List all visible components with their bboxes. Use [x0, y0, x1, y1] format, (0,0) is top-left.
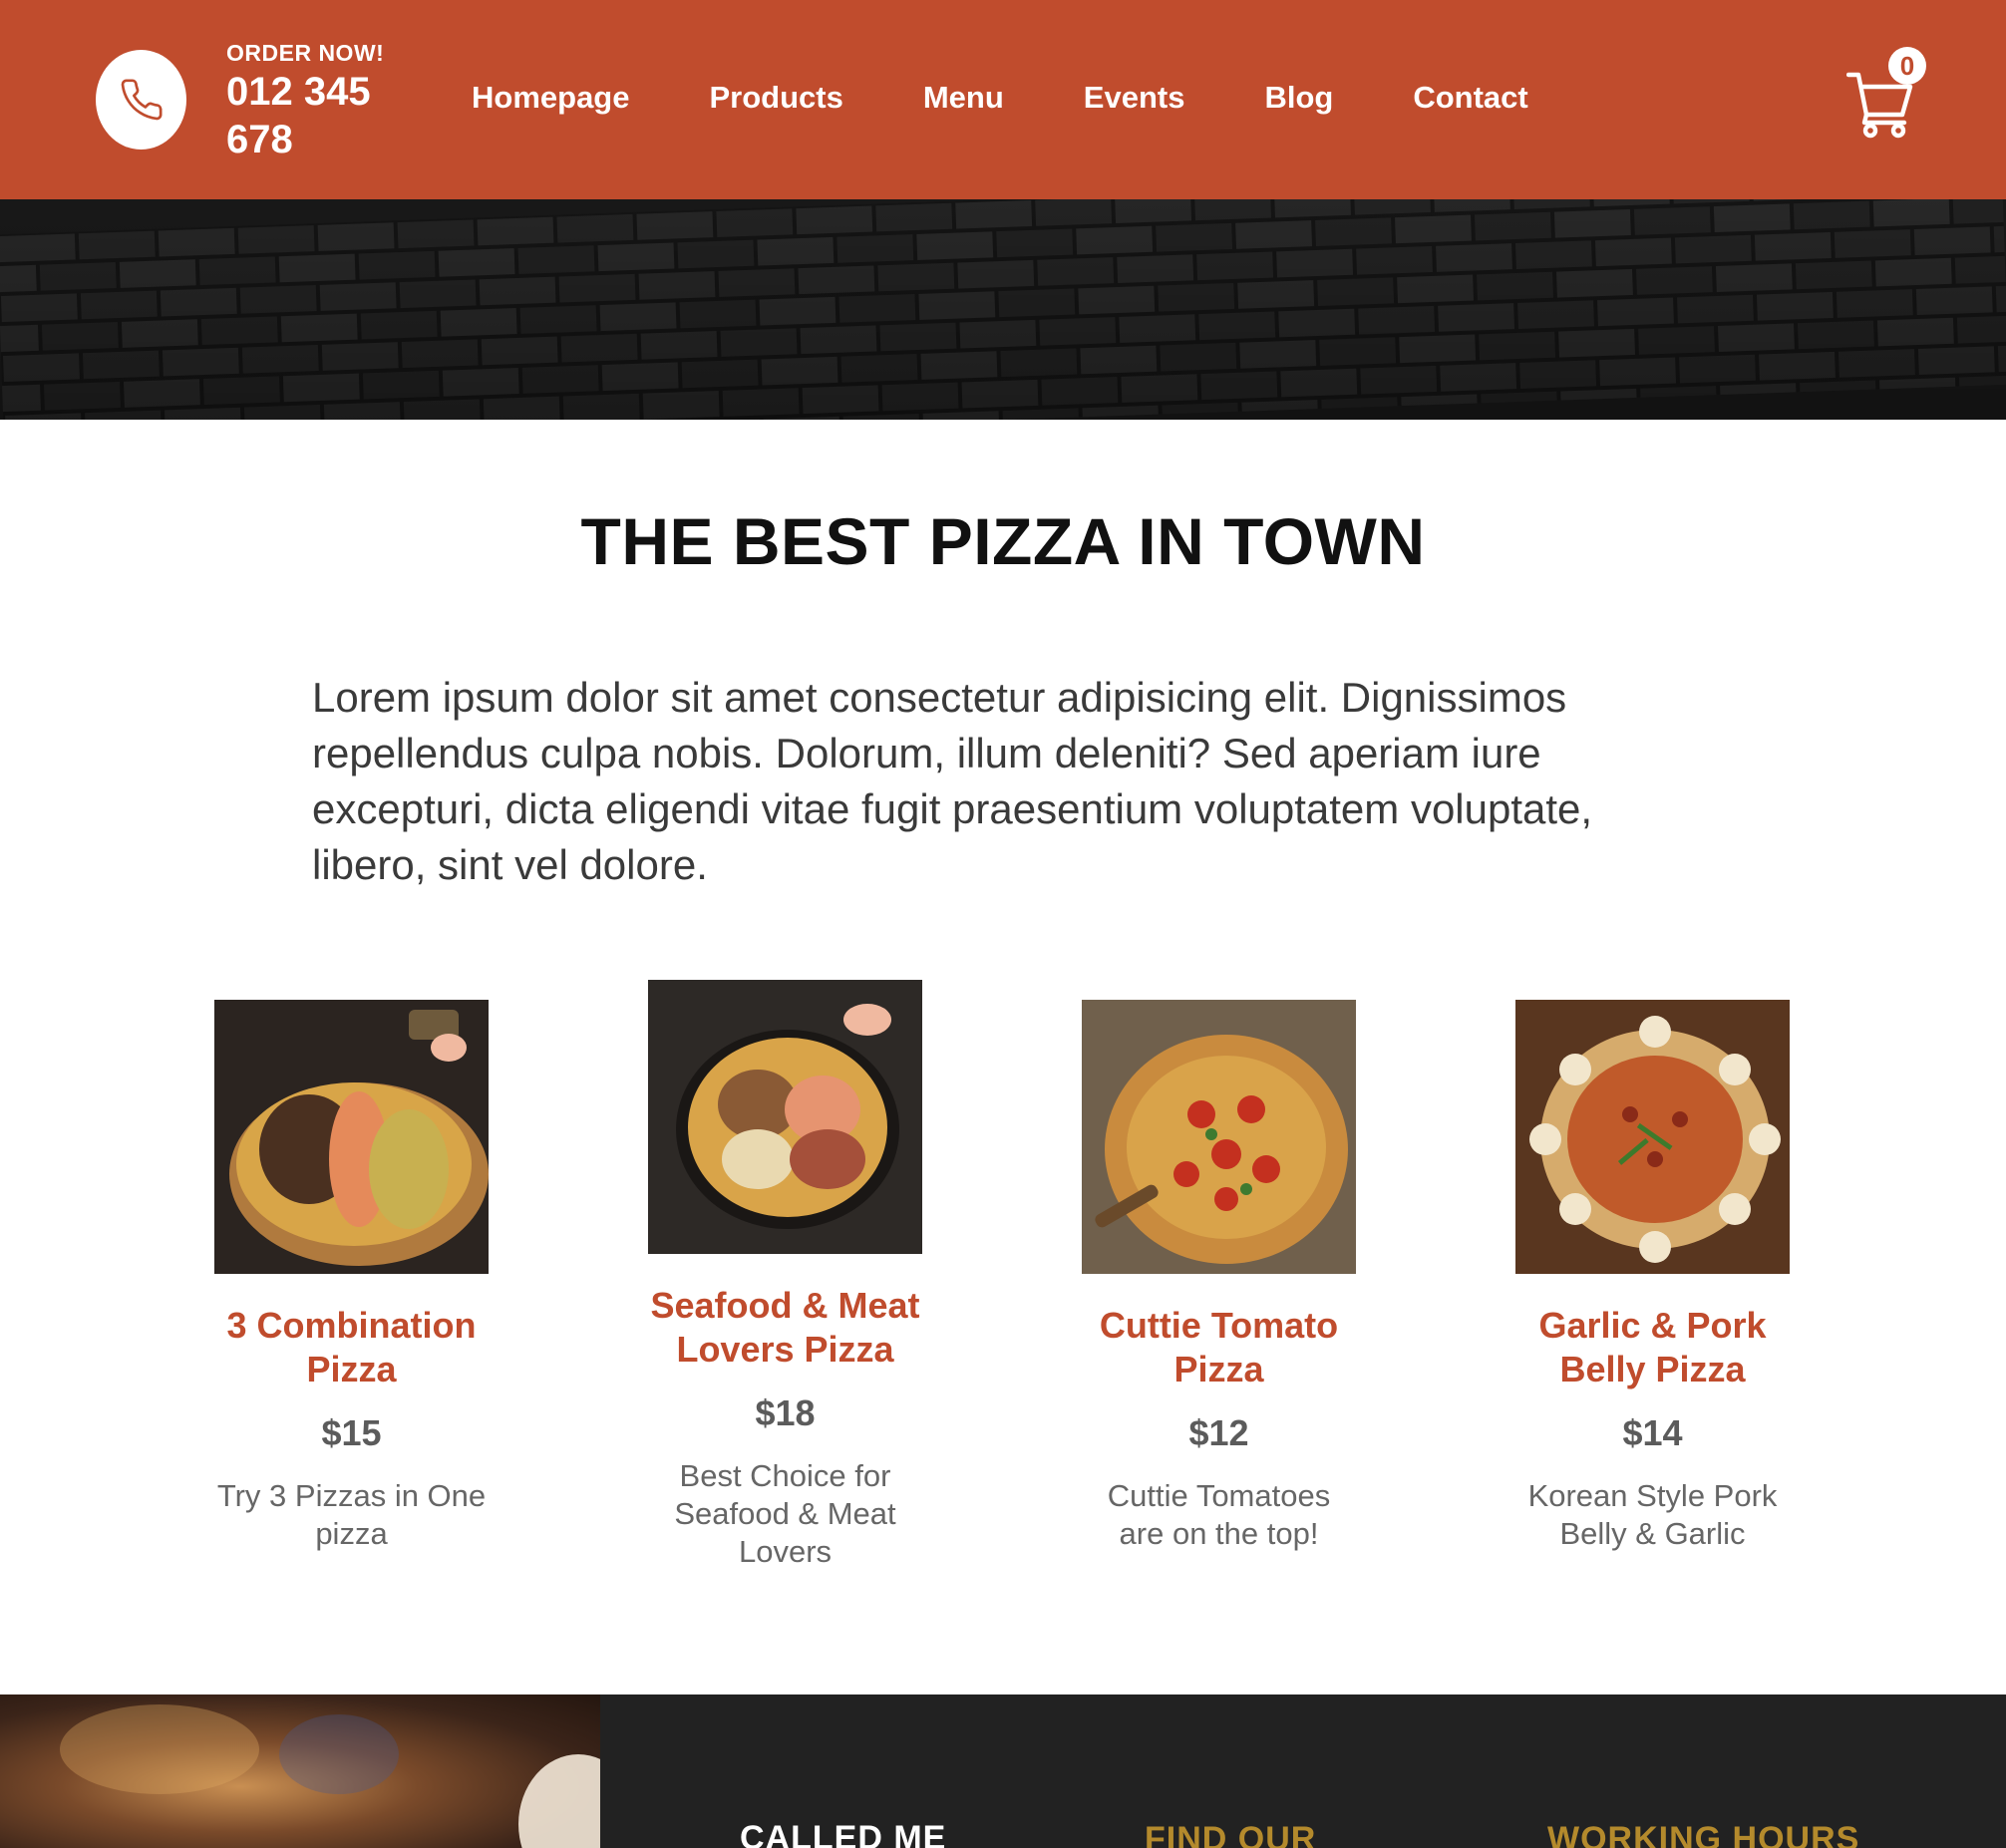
phone-icon[interactable]	[96, 50, 186, 150]
nav-menu[interactable]: Menu	[923, 80, 1004, 124]
product-price: $12	[1188, 1412, 1249, 1453]
brick-wall-image	[0, 199, 2006, 420]
intro-paragraph: Lorem ipsum dolor sit amet consectetur a…	[312, 674, 1593, 888]
product-card[interactable]: Seafood & Meat Lovers Pizza $18 Best Cho…	[648, 980, 922, 1571]
cart-button[interactable]: 0	[1846, 45, 1926, 139]
cart-count-badge: 0	[1888, 47, 1926, 85]
product-image[interactable]	[1082, 1000, 1356, 1274]
nav-events[interactable]: Events	[1084, 80, 1185, 124]
product-price: $15	[321, 1412, 382, 1453]
product-price: $14	[1622, 1412, 1683, 1453]
order-now-label: ORDER NOW!	[226, 40, 385, 66]
product-description: Korean Style Pork Belly & Garlic	[1527, 1478, 1778, 1551]
nav-contact[interactable]: Contact	[1413, 80, 1527, 124]
product-name[interactable]: 3 Combination Pizza	[214, 1304, 489, 1391]
footer-heading-hours: WORKING HOURS	[1547, 1820, 1860, 1848]
product-card[interactable]: 3 Combination Pizza $15 Try 3 Pizzas in …	[214, 1000, 489, 1553]
product-name[interactable]: Cuttie Tomato Pizza	[1082, 1304, 1356, 1391]
nav-products[interactable]: Products	[709, 80, 842, 124]
product-description: Try 3 Pizzas in One pizza	[216, 1478, 487, 1551]
product-name[interactable]: Garlic & Pork Belly Pizza	[1515, 1304, 1790, 1391]
site-header: ORDER NOW! 012 345 678 Homepage Products…	[0, 0, 2006, 199]
product-price: $18	[755, 1392, 816, 1433]
brick-wall-banner	[0, 199, 2006, 420]
product-description: Cuttie Tomatoes are on the top!	[1107, 1478, 1331, 1551]
nav-homepage[interactable]: Homepage	[472, 80, 629, 124]
footer-info: CALLED ME FIND OUR WORKING HOURS	[600, 1694, 2006, 1848]
product-card[interactable]: Cuttie Tomato Pizza $12 Cuttie Tomatoes …	[1082, 1000, 1356, 1553]
footer-heading-location: FIND OUR	[1145, 1820, 1317, 1848]
main-nav: Homepage Products Menu Events Blog Conta…	[472, 80, 1528, 124]
product-image[interactable]	[1515, 1000, 1790, 1274]
footer-heading-contact: CALLED ME	[740, 1819, 947, 1848]
product-description: Best Choice for Seafood & Meat Lovers	[674, 1458, 896, 1569]
nav-blog[interactable]: Blog	[1264, 80, 1333, 124]
page-title: THE BEST PIZZA IN TOWN	[580, 504, 1426, 578]
product-name[interactable]: Seafood & Meat Lovers Pizza	[648, 1284, 922, 1372]
product-image[interactable]	[214, 1000, 489, 1274]
product-card[interactable]: Garlic & Pork Belly Pizza $14 Korean Sty…	[1515, 1000, 1790, 1553]
restaurant-photo	[0, 1694, 600, 1848]
order-phone-number[interactable]: 012 345 678	[226, 68, 406, 163]
product-image[interactable]	[648, 980, 922, 1254]
